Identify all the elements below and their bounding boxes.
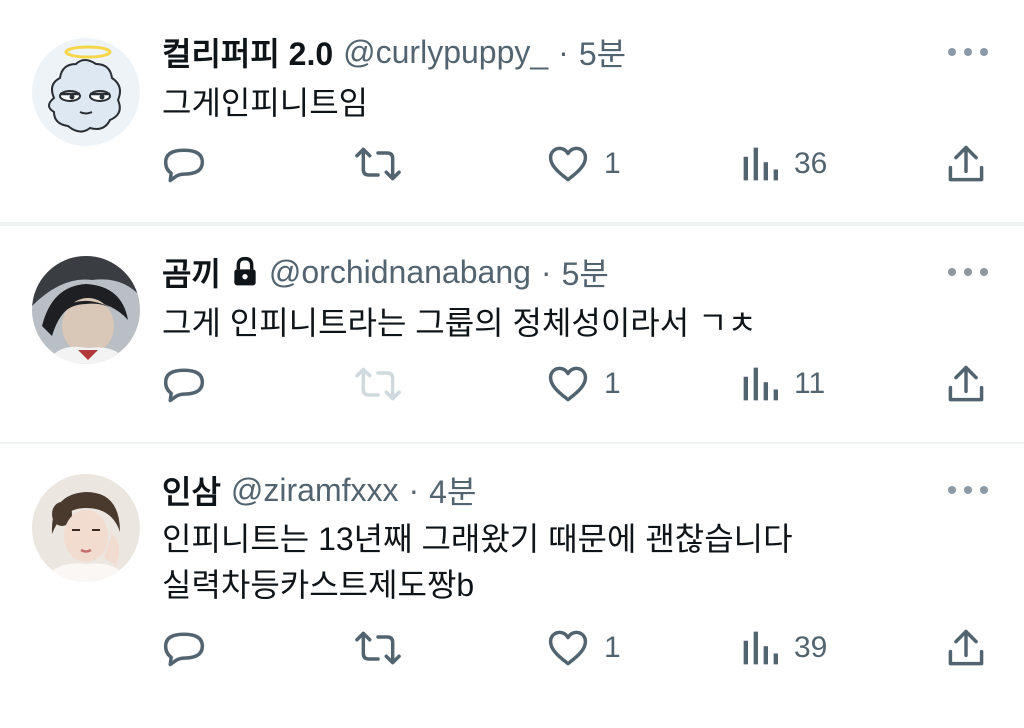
tweet[interactable]: 컬리퍼피 2.0 @curlypuppy_ · 5분 그게인피니트임 1 36: [0, 0, 1024, 224]
views-button[interactable]: 39: [740, 626, 827, 670]
timestamp[interactable]: 4분: [429, 467, 476, 513]
reply-icon: [163, 368, 205, 403]
user-handle[interactable]: @orchidnanabang: [269, 254, 531, 291]
timestamp[interactable]: 5분: [579, 29, 626, 75]
separator-dot: ·: [408, 471, 420, 508]
like-button[interactable]: 1: [546, 142, 621, 186]
lock-icon: [234, 256, 256, 286]
separator-dot: ·: [540, 253, 552, 290]
heart-icon: [548, 146, 588, 182]
share-icon: [948, 629, 984, 666]
share-button[interactable]: [944, 626, 988, 670]
views-button[interactable]: 36: [740, 142, 827, 186]
like-count: 1: [604, 367, 621, 400]
tweet[interactable]: 인삼 @ziramfxxx · 4분 인피니트는 13년째 그래왔기 때문에 괜…: [0, 444, 1024, 728]
views-icon: [743, 367, 778, 401]
tweet-header: 인삼 @ziramfxxx · 4분: [162, 468, 476, 512]
like-button[interactable]: 1: [546, 626, 621, 670]
tweet-text: 인피니트는 13년째 그래왔기 때문에 괜찮습니다 실력차등카스트제도짱b: [162, 521, 793, 603]
display-name[interactable]: 인삼: [162, 467, 221, 513]
retweet-icon: [355, 147, 401, 181]
avatar[interactable]: [32, 474, 140, 582]
views-button[interactable]: 11: [740, 362, 825, 406]
reply-icon: [163, 148, 205, 183]
avatar[interactable]: [32, 256, 140, 364]
tweet-text: 그게인피니트임: [162, 85, 369, 121]
share-icon: [948, 365, 984, 402]
view-count: 11: [794, 367, 826, 400]
share-icon: [948, 145, 984, 182]
like-count: 1: [604, 631, 621, 664]
display-name[interactable]: 곰끼: [162, 249, 221, 295]
timestamp[interactable]: 5분: [562, 249, 609, 295]
reply-button[interactable]: [162, 626, 206, 670]
views-icon: [743, 147, 778, 181]
retweet-button[interactable]: [354, 626, 402, 670]
view-count: 39: [794, 631, 828, 664]
view-count: 36: [794, 147, 828, 180]
action-bar: 1 11: [0, 362, 1024, 410]
heart-icon: [548, 630, 588, 666]
heart-icon: [548, 366, 588, 402]
tweet-header: 곰끼 @orchidnanabang · 5분: [162, 250, 609, 294]
display-name[interactable]: 컬리퍼피 2.0: [162, 29, 333, 75]
more-icon[interactable]: [948, 266, 988, 278]
tweet-text: 그게 인피니트라는 그룹의 정체성이라서 ㄱㅊ: [162, 305, 757, 341]
action-bar: 1 39: [0, 626, 1024, 674]
action-bar: 1 36: [0, 142, 1024, 190]
more-icon[interactable]: [948, 46, 988, 58]
tweet[interactable]: 곰끼 @orchidnanabang · 5분 그게 인피니트라는 그룹의 정체…: [0, 224, 1024, 444]
reply-button[interactable]: [162, 362, 206, 406]
retweet-button: [354, 362, 402, 406]
retweet-button[interactable]: [354, 142, 402, 186]
tweet-header: 컬리퍼피 2.0 @curlypuppy_ · 5분: [162, 30, 626, 74]
user-handle[interactable]: @curlypuppy_: [343, 34, 548, 71]
share-button[interactable]: [944, 362, 988, 406]
more-icon[interactable]: [948, 484, 988, 496]
avatar[interactable]: [32, 38, 140, 146]
user-handle[interactable]: @ziramfxxx: [231, 472, 399, 509]
share-button[interactable]: [944, 142, 988, 186]
views-icon: [743, 631, 778, 665]
retweet-icon: [355, 631, 401, 665]
retweet-icon: [355, 367, 401, 401]
like-button[interactable]: 1: [546, 362, 621, 406]
reply-icon: [163, 632, 205, 667]
separator-dot: ·: [558, 33, 569, 70]
like-count: 1: [604, 147, 621, 180]
reply-button[interactable]: [162, 142, 206, 186]
